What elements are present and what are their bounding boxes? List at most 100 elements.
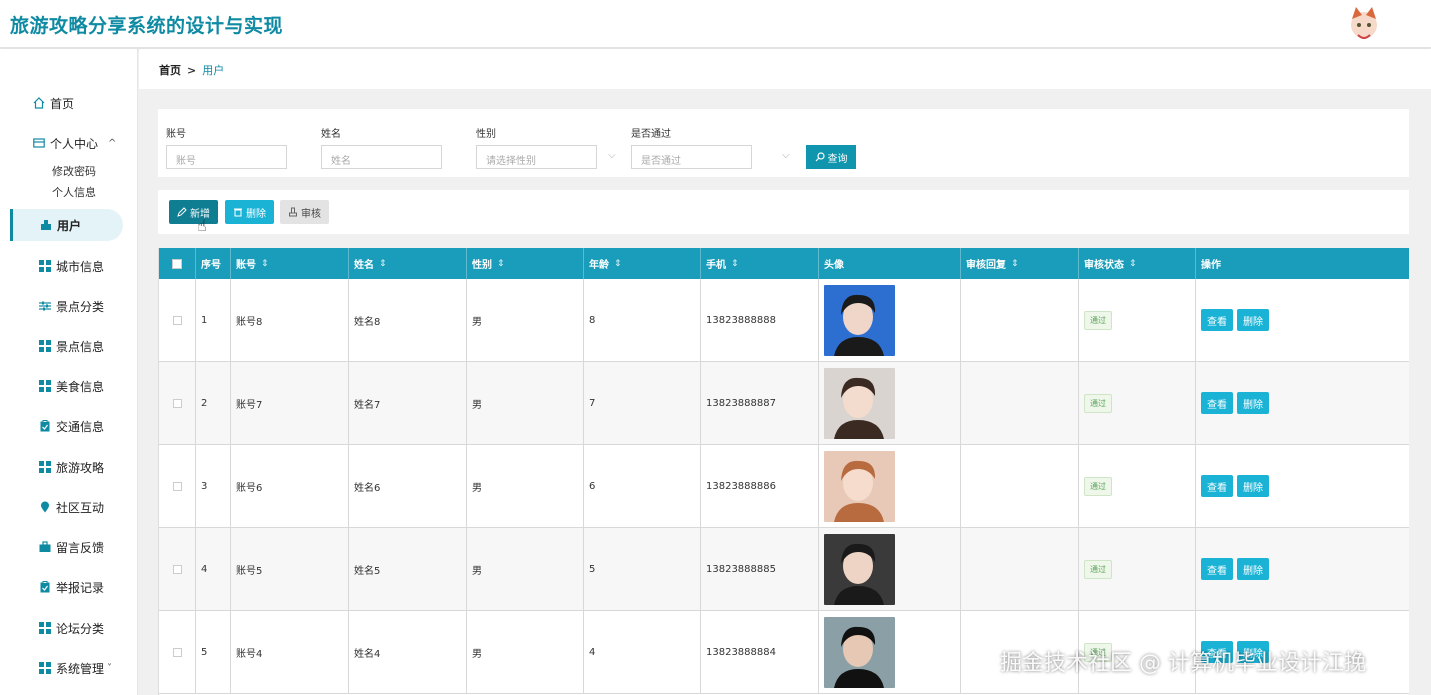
sidebar-item-traffic[interactable]: 交通信息 xyxy=(0,410,138,442)
view-button[interactable]: 查看 xyxy=(1201,558,1233,580)
sidebar-subitem-change-password[interactable]: 修改密码 xyxy=(52,163,96,179)
sort-icon[interactable]: ⇕ xyxy=(731,259,739,269)
column-account[interactable]: 账号 ⇕ xyxy=(231,248,349,279)
avatar[interactable] xyxy=(824,284,895,356)
column-reply[interactable]: 审核回复 ⇕ xyxy=(961,248,1079,279)
audit-button-label: 审核 xyxy=(301,208,321,220)
row-delete-button[interactable]: 删除 xyxy=(1237,558,1269,580)
column-avatar: 头像 xyxy=(819,248,961,279)
column-gender[interactable]: 性别 ⇕ xyxy=(467,248,584,279)
gender-select[interactable]: 请选择性别 xyxy=(476,145,597,169)
audit-button[interactable]: 审核 xyxy=(280,200,329,224)
chevron-down-icon[interactable]: ⌵ xyxy=(608,150,616,161)
sidebar-item-system[interactable]: 系统管理 ˅ xyxy=(0,652,138,684)
sidebar-item-strategy[interactable]: 旅游攻略 xyxy=(0,451,138,483)
grid-icon xyxy=(39,260,51,272)
column-name[interactable]: 姓名 ⇕ xyxy=(349,248,467,279)
breadcrumb-home[interactable]: 首页 xyxy=(159,64,181,77)
status-cell: 通过 xyxy=(1079,279,1196,361)
avatar-logo-icon[interactable] xyxy=(1346,5,1382,43)
table-row: 4 账号5 姓名5 男 5 13823888885 通过 查看 删除 xyxy=(159,528,1409,611)
delete-button[interactable]: 删除 xyxy=(225,200,274,224)
trash-icon xyxy=(234,208,242,217)
cell-account: 账号7 xyxy=(231,362,349,444)
sort-icon[interactable]: ⇕ xyxy=(497,259,505,269)
name-label: 姓名 xyxy=(321,129,341,140)
sidebar-item-label: 旅游攻略 xyxy=(56,460,105,475)
select-all-checkbox-cell[interactable] xyxy=(159,248,196,279)
sidebar-item-food[interactable]: 美食信息 xyxy=(0,370,138,402)
chevron-down-icon[interactable]: ˅ xyxy=(107,663,112,674)
avatar-cell xyxy=(819,445,961,527)
row-checkbox[interactable] xyxy=(172,398,182,408)
avatar[interactable] xyxy=(824,616,895,688)
chevron-up-icon[interactable]: ^ xyxy=(108,138,116,149)
view-button[interactable]: 查看 xyxy=(1201,475,1233,497)
sidebar-item-label: 系统管理 xyxy=(56,661,105,676)
cell-age: 6 xyxy=(584,445,701,527)
sidebar-item-label: 交通信息 xyxy=(56,419,105,434)
row-delete-button[interactable]: 删除 xyxy=(1237,475,1269,497)
approved-select[interactable]: 是否通过 xyxy=(631,145,752,169)
row-checkbox[interactable] xyxy=(172,481,182,491)
view-button[interactable]: 查看 xyxy=(1201,309,1233,331)
avatar[interactable] xyxy=(824,450,895,522)
table-row: 1 账号8 姓名8 男 8 13823888888 通过 查看 删除 xyxy=(159,279,1409,362)
sidebar-item-feedback[interactable]: 留言反馈 xyxy=(0,531,138,563)
cell-reply xyxy=(961,279,1079,361)
column-label: 序号 xyxy=(201,260,221,271)
cell-name: 姓名8 xyxy=(349,279,467,361)
cell-gender: 男 xyxy=(467,528,584,610)
clipboard-icon xyxy=(40,581,50,593)
view-button[interactable]: 查看 xyxy=(1201,392,1233,414)
sidebar-item-home[interactable]: 首页 xyxy=(0,87,138,119)
map-pin-icon xyxy=(41,501,49,513)
watermark: 掘金技术社区 @ 计算机毕业设计江挽 xyxy=(1000,651,1366,676)
column-age[interactable]: 年龄 ⇕ xyxy=(584,248,701,279)
row-checkbox[interactable] xyxy=(172,564,182,574)
sidebar-item-spot-info[interactable]: 景点信息 xyxy=(0,330,138,362)
name-input[interactable]: 姓名 xyxy=(321,145,442,169)
column-status[interactable]: 审核状态 ⇕ xyxy=(1079,248,1196,279)
row-delete-button[interactable]: 删除 xyxy=(1237,309,1269,331)
cell-name: 姓名7 xyxy=(349,362,467,444)
avatar[interactable] xyxy=(824,367,895,439)
avatar[interactable] xyxy=(824,533,895,605)
sidebar-item-spot-category[interactable]: 景点分类 xyxy=(0,290,138,322)
sidebar-item-label: 用户 xyxy=(57,218,82,233)
sort-icon[interactable]: ⇕ xyxy=(1129,259,1137,269)
table-row: 3 账号6 姓名6 男 6 13823888886 通过 查看 删除 xyxy=(159,445,1409,528)
select-all-checkbox[interactable] xyxy=(172,258,182,269)
add-button[interactable]: 新增 xyxy=(169,200,218,224)
sidebar-item-forum-category[interactable]: 论坛分类 xyxy=(0,612,138,644)
row-delete-button[interactable]: 删除 xyxy=(1237,392,1269,414)
row-checkbox-cell xyxy=(159,279,196,361)
id-card-icon xyxy=(33,138,45,148)
cell-age: 5 xyxy=(584,528,701,610)
sidebar-item-report[interactable]: 举报记录 xyxy=(0,571,138,603)
users-table: 序号 账号 ⇕ 姓名 ⇕ 性别 ⇕ 年龄 ⇕ 手机 ⇕ 头像 审核回复 ⇕ 审核状态 ⇕ 操作… xyxy=(158,248,1409,695)
query-button[interactable]: 查询 xyxy=(806,145,856,169)
cell-index: 2 xyxy=(196,362,231,444)
sort-icon[interactable]: ⇕ xyxy=(379,259,387,269)
sidebar-item-users[interactable]: 用户 xyxy=(10,209,123,241)
sliders-icon xyxy=(39,301,51,311)
row-checkbox[interactable] xyxy=(172,315,182,325)
row-checkbox[interactable] xyxy=(172,647,182,657)
sidebar-subitem-profile[interactable]: 个人信息 xyxy=(52,184,96,200)
action-bar: 新增 删除 审核 xyxy=(158,190,1409,234)
sort-icon[interactable]: ⇕ xyxy=(614,259,622,269)
column-phone[interactable]: 手机 ⇕ xyxy=(701,248,819,279)
row-checkbox-cell xyxy=(159,362,196,444)
account-input[interactable]: 账号 xyxy=(166,145,287,169)
sidebar-item-community[interactable]: 社区互动 xyxy=(0,491,138,523)
column-label: 账号 xyxy=(236,260,256,271)
sidebar-item-city[interactable]: 城市信息 xyxy=(0,250,138,282)
cell-age: 7 xyxy=(584,362,701,444)
sort-icon[interactable]: ⇕ xyxy=(1011,259,1019,269)
cell-account: 账号5 xyxy=(231,528,349,610)
cell-age: 4 xyxy=(584,611,701,693)
sort-icon[interactable]: ⇕ xyxy=(261,259,269,269)
chevron-down-icon[interactable]: ⌵ xyxy=(782,150,790,161)
sidebar-item-personal[interactable]: 个人中心 ^ xyxy=(0,127,138,159)
